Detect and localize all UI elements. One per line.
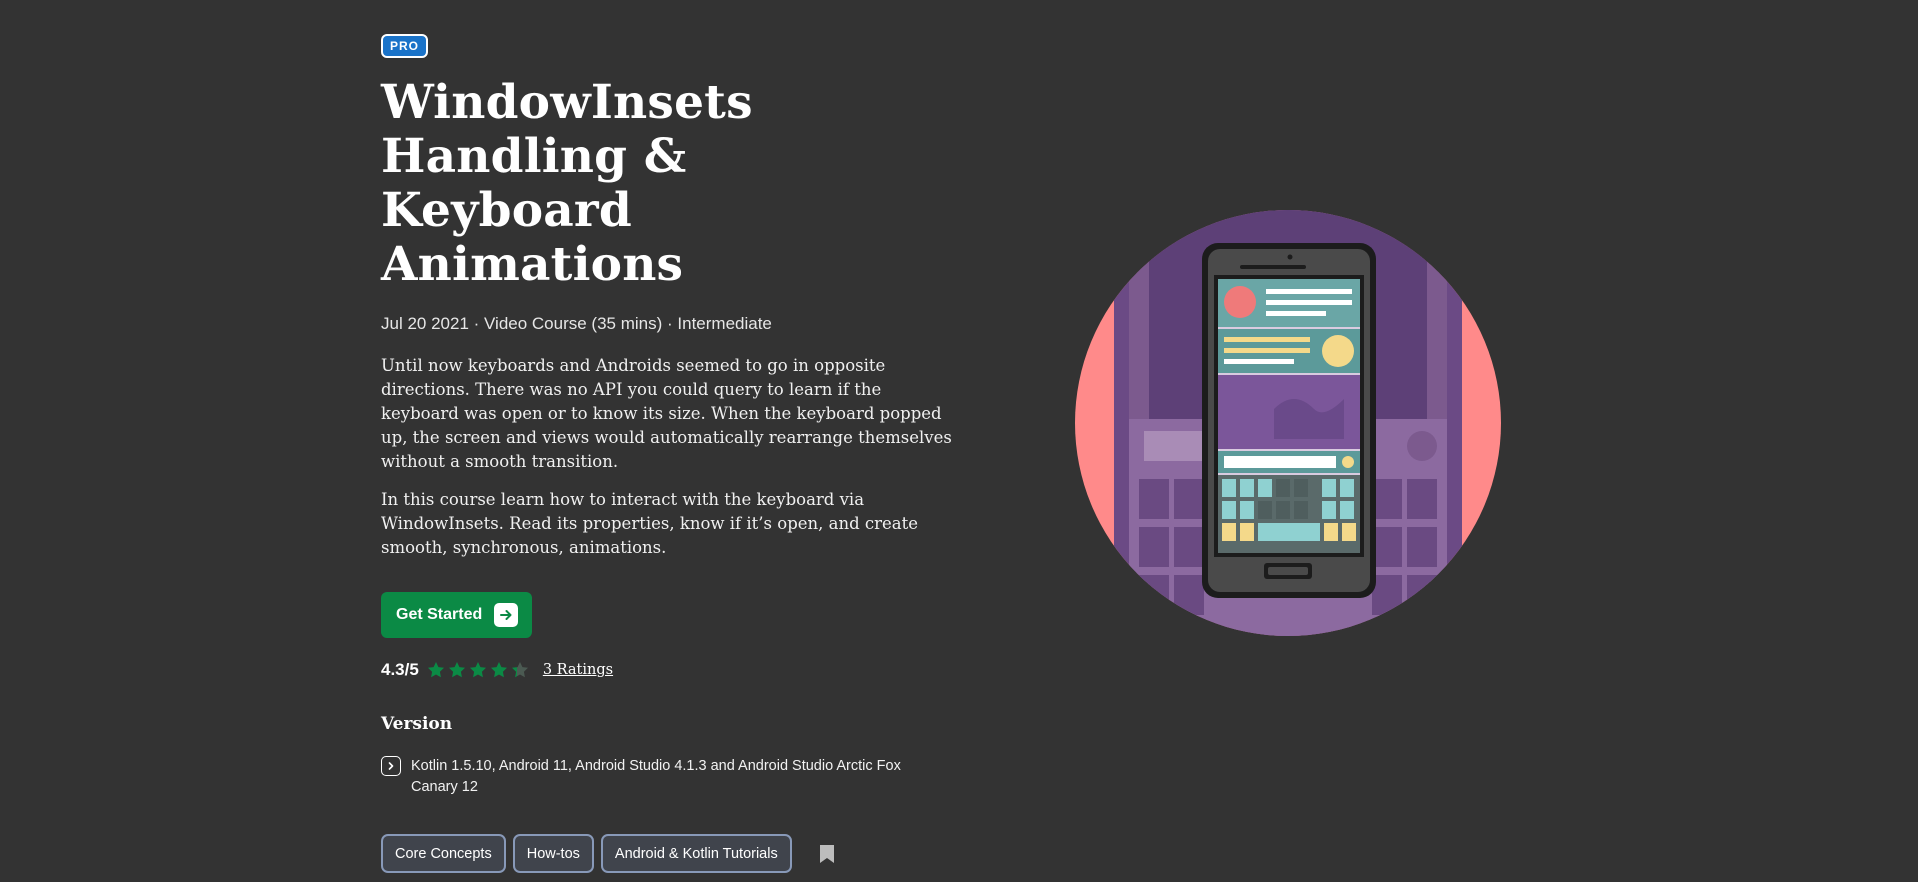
course-description: Until now keyboards and Androids seemed …: [381, 354, 956, 560]
get-started-label: Get Started: [396, 606, 483, 623]
star-icon: [490, 662, 507, 678]
ratings-count-link[interactable]: 3 Ratings: [543, 662, 613, 678]
version-text: Kotlin 1.5.10, Android 11, Android Studi…: [411, 758, 901, 795]
course-meta: Jul 20 2021 · Video Course (35 mins) · I…: [381, 314, 772, 333]
course-illustration: [1074, 209, 1502, 637]
course-title: WindowInsets Handling & Keyboard Animati…: [381, 75, 753, 292]
rating: 4.3/5 3 Ratings: [381, 660, 961, 680]
phone-keyboard-illustration: [1075, 210, 1501, 636]
tag-android-kotlin-tutorials[interactable]: Android & Kotlin Tutorials: [600, 834, 792, 873]
course-header: PRO WindowInsets Handling & Keyboard Ani…: [381, 34, 961, 873]
star-icon: [448, 662, 465, 678]
description-paragraph: Until now keyboards and Androids seemed …: [381, 356, 952, 471]
star-icon: [469, 662, 486, 678]
arrow-right-icon: [494, 603, 519, 627]
tag-core-concepts[interactable]: Core Concepts: [381, 834, 506, 873]
description-paragraph: In this course learn how to interact wit…: [381, 490, 919, 557]
version-heading: Version: [381, 714, 453, 734]
pro-badge: PRO: [381, 34, 429, 58]
star-icon: [427, 662, 444, 678]
tag-how-tos[interactable]: How-tos: [512, 834, 594, 873]
star-icon: [511, 662, 528, 678]
chevron-right-box-icon: [381, 756, 401, 776]
tags: Core Concepts How-tos Android & Kotlin T…: [381, 834, 961, 873]
version-item: Kotlin 1.5.10, Android 11, Android Studi…: [381, 756, 961, 798]
bookmark-icon[interactable]: [819, 844, 835, 864]
get-started-button[interactable]: Get Started: [381, 592, 533, 638]
rating-score: 4.3/5: [381, 660, 419, 679]
rating-stars: [427, 661, 529, 679]
